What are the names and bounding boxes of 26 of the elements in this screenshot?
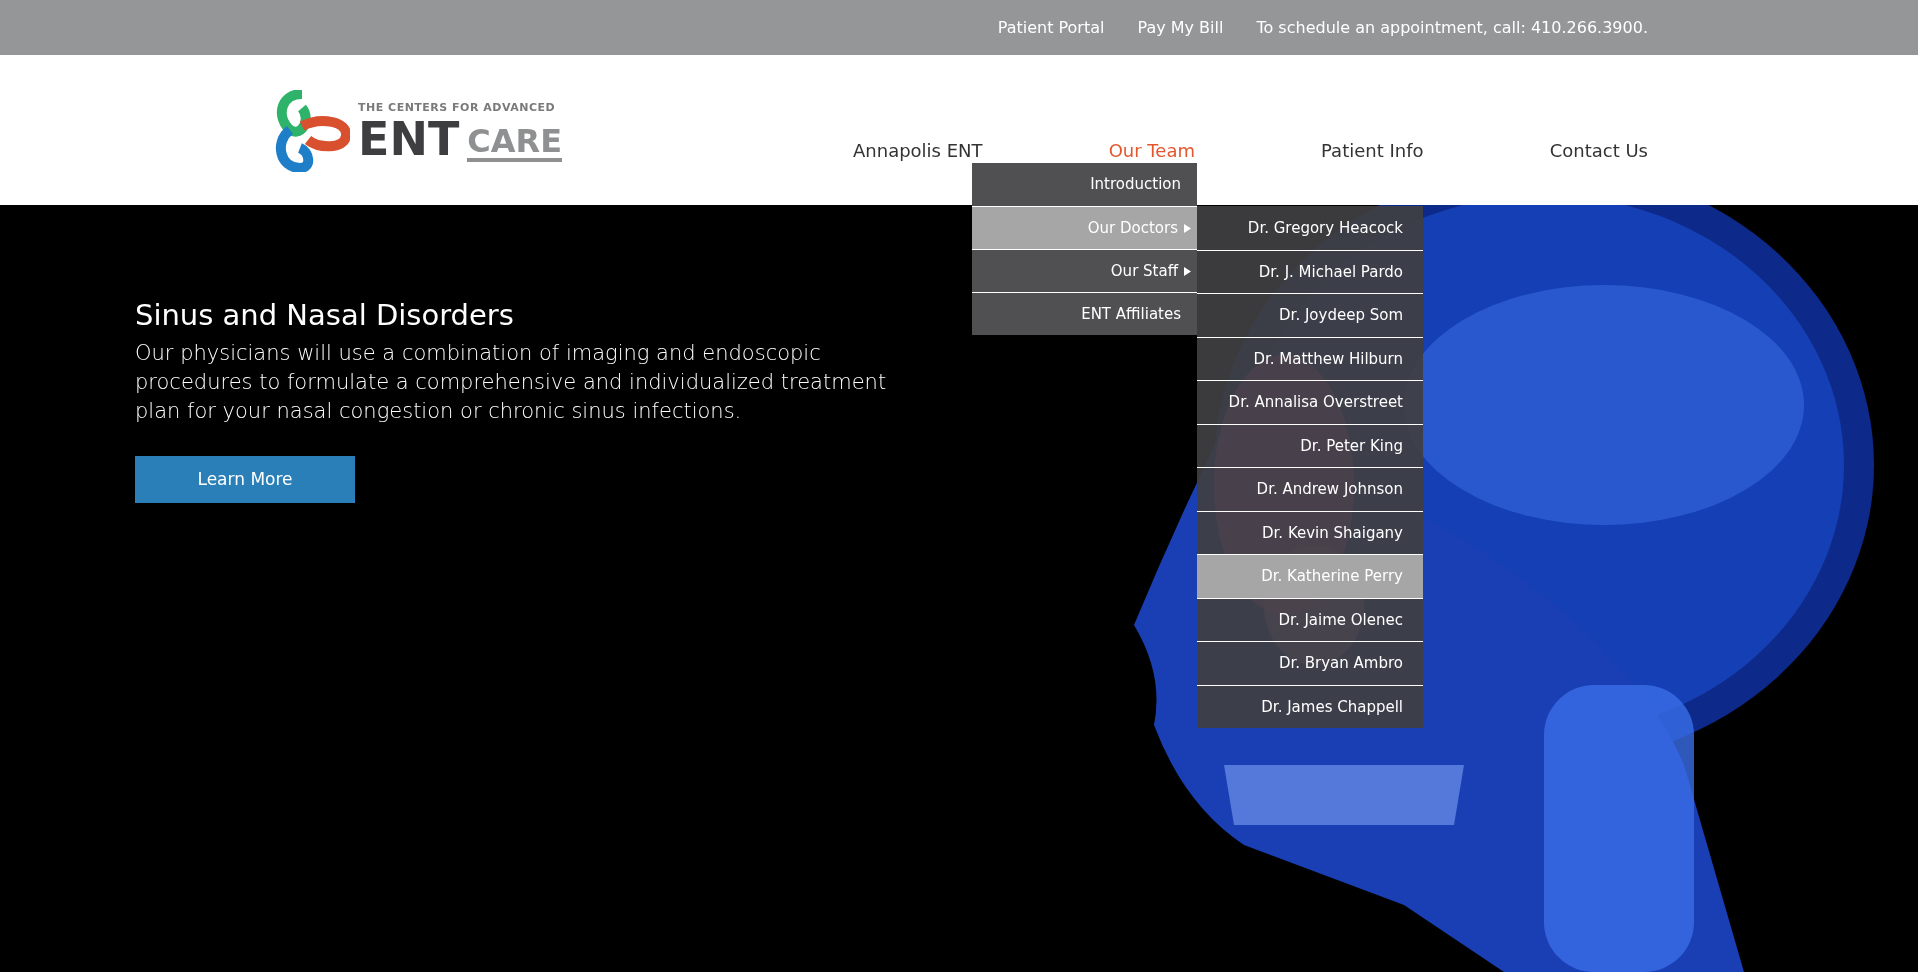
submenu-item[interactable]: Dr. Kevin Shaigany — [1197, 510, 1423, 554]
nav-link[interactable]: Annapolis ENT — [853, 137, 983, 164]
hero-text: Our physicians will use a combination of imaging and endoscopic procedures to formulate a comprehensive and individualized treatment plan for your nasal congestion or chronic sinus infections. — [135, 340, 888, 425]
submenu-item[interactable]: Dr. Annalisa Overstreet — [1197, 380, 1423, 424]
submenu-item[interactable]: Dr. James Chappell — [1197, 684, 1423, 728]
logo-wordmark: ENT — [358, 116, 460, 163]
logo[interactable]: THE CENTERS FOR ADVANCED ENT CARE — [272, 90, 563, 172]
nav-link[interactable]: Contact Us — [1549, 137, 1648, 164]
dropdown-item[interactable]: Introduction — [972, 163, 1197, 206]
contact-text: To schedule an appointment, call: 410.266.3900. — [1256, 16, 1648, 39]
dropdown-item[interactable]: ENT Affiliates — [972, 292, 1197, 335]
submenu-item[interactable]: Dr. Jaime Olenec — [1197, 597, 1423, 641]
nav-link[interactable]: Patient Info — [1321, 137, 1424, 164]
submenu-item[interactable]: Dr. Bryan Ambro — [1197, 641, 1423, 685]
nav-link[interactable]: Our Team — [1108, 137, 1195, 164]
submenu-item[interactable]: Dr. J. Michael Pardo — [1197, 249, 1423, 293]
dropdown-item[interactable]: Our Staff — [972, 249, 1197, 292]
learn-more-button[interactable]: Learn More — [135, 456, 355, 503]
hero-title: Sinus and Nasal Disorders — [135, 297, 514, 334]
submenu-item[interactable]: Dr. Andrew Johnson — [1197, 467, 1423, 511]
submenu-item[interactable]: Dr. Gregory Heacock — [1197, 206, 1423, 250]
logo-wordmark: CARE — [467, 124, 563, 163]
submenu-item[interactable]: Dr. Joydeep Som — [1197, 293, 1423, 337]
submenu-item[interactable]: Dr. Peter King — [1197, 423, 1423, 467]
logo-tagline: THE CENTERS FOR ADVANCED — [358, 99, 557, 116]
submenu-item[interactable]: Dr. Matthew Hilburn — [1197, 336, 1423, 380]
